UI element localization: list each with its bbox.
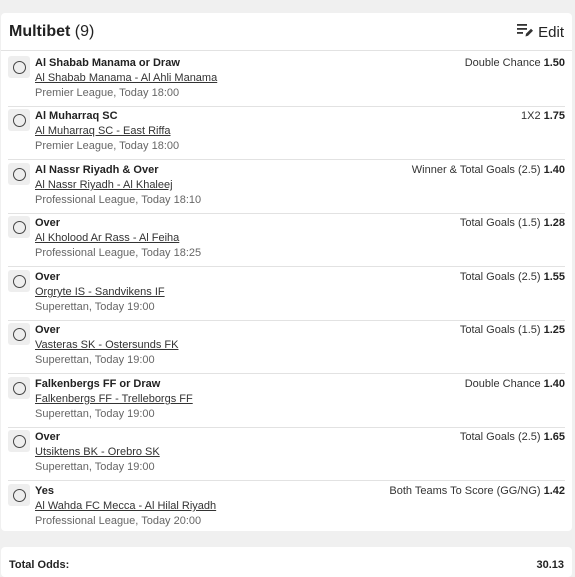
league-time: Premier League, Today 18:00 (35, 140, 180, 152)
radio-circle-icon (12, 220, 26, 234)
bet-selection: Al Muharraq SC (35, 110, 118, 122)
bet-selection: Over (35, 324, 61, 336)
market-odds: Winner & Total Goals (2.5) 1.40 (412, 164, 565, 176)
select-radio[interactable] (8, 109, 30, 131)
radio-circle-icon (12, 381, 26, 395)
match-link[interactable]: Utsiktens BK - Orebro SK (35, 446, 160, 458)
odds-value: 1.40 (543, 378, 565, 390)
select-radio[interactable] (8, 323, 30, 345)
market-name: Double Chance (464, 378, 541, 390)
bet-selection: Al Shabab Manama or Draw (35, 57, 180, 69)
bet-selection: Falkenbergs FF or Draw (35, 378, 161, 390)
edit-list-icon (516, 21, 538, 44)
odds-value: 1.55 (543, 271, 565, 283)
market-odds: Both Teams To Score (GG/NG) 1.42 (389, 485, 565, 497)
bet-selection: Over (35, 431, 61, 443)
bet-row: Over Utsiktens BK - Orebro SK Superettan, … (8, 427, 565, 481)
radio-circle-icon (12, 274, 26, 288)
market-name: Winner & Total Goals (2.5) (411, 164, 541, 176)
match-link[interactable]: Vasteras SK - Ostersunds FK (35, 339, 178, 351)
select-radio[interactable] (8, 270, 30, 292)
market-name: Both Teams To Score (GG/NG) (389, 485, 541, 497)
bet-selection: Yes (35, 485, 54, 497)
market-name: Total Goals (2.5) (459, 431, 541, 443)
select-radio[interactable] (8, 216, 30, 238)
league-time: Professional League, Today 18:10 (35, 194, 202, 206)
radio-circle-icon (12, 488, 26, 502)
radio-circle-icon (12, 60, 26, 74)
bet-row: Over Orgryte IS - Sandvikens IF Superettan… (8, 267, 565, 321)
radio-circle-icon (12, 434, 26, 448)
match-link[interactable]: Al Shabab Manama - Al Ahli Manama (35, 72, 217, 84)
league-time: Professional League, Today 20:00 (35, 515, 202, 527)
multibet-card: Multibet (9) Edit Al Shabab Manama or Dr… (1, 13, 572, 531)
match-link[interactable]: Al Kholood Ar Rass - Al Feiha (35, 232, 179, 244)
bet-row: Al Nassr Riyadh & Over Al Nassr Riyadh - … (8, 160, 565, 214)
match-link[interactable]: Falkenbergs FF - Trelleborgs FF (35, 393, 193, 405)
league-time: Professional League, Today 18:25 (35, 247, 202, 259)
page-title: Multibet (9) (9, 23, 94, 41)
select-radio[interactable] (8, 56, 30, 78)
bet-count: (9) (74, 23, 95, 40)
odds-value: 1.42 (543, 485, 565, 497)
bet-row: Falkenbergs FF or Draw Falkenbergs FF - T… (8, 374, 565, 428)
odds-value: 1.75 (543, 110, 565, 122)
radio-circle-icon (12, 327, 26, 341)
match-link[interactable]: Al Nassr Riyadh - Al Khaleej (35, 179, 173, 191)
market-name: Total Goals (1.5) (459, 217, 541, 229)
bet-row: Yes Al Wahda FC Mecca - Al Hilal Riyadh Pr… (8, 481, 565, 534)
bet-selection: Over (35, 217, 61, 229)
market-odds: Double Chance 1.40 (465, 378, 565, 390)
market-odds: Double Chance 1.50 (465, 57, 565, 69)
edit-button[interactable]: Edit (516, 22, 564, 42)
market-name: Total Goals (2.5) (459, 271, 541, 283)
market-name: 1X2 (521, 110, 541, 122)
league-time: Superettan, Today 19:00 (35, 301, 155, 313)
league-time: Premier League, Today 18:00 (35, 87, 180, 99)
select-radio[interactable] (8, 430, 30, 452)
odds-value: 1.28 (543, 217, 565, 229)
bet-selection: Al Nassr Riyadh & Over (35, 164, 159, 176)
match-link[interactable]: Al Muharraq SC - East Riffa (35, 125, 171, 137)
match-link[interactable]: Orgryte IS - Sandvikens IF (35, 286, 165, 298)
odds-value: 1.50 (543, 57, 565, 69)
bet-row: Al Shabab Manama or Draw Al Shabab Manama… (8, 53, 565, 107)
radio-circle-icon (12, 113, 26, 127)
market-name: Double Chance (464, 57, 541, 69)
league-time: Superettan, Today 19:00 (35, 408, 155, 420)
odds-value: 1.65 (543, 431, 565, 443)
market-odds: Total Goals (2.5) 1.55 (460, 271, 565, 283)
league-time: Superettan, Today 19:00 (35, 354, 155, 366)
total-odds-label: Total Odds: (9, 559, 70, 571)
market-odds: 1X2 1.75 (521, 110, 565, 122)
select-radio[interactable] (8, 484, 30, 506)
market-odds: Total Goals (1.5) 1.28 (460, 217, 565, 229)
league-time: Superettan, Today 19:00 (35, 461, 155, 473)
market-odds: Total Goals (1.5) 1.25 (460, 324, 565, 336)
odds-value: 1.25 (543, 324, 565, 336)
market-name: Total Goals (1.5) (459, 324, 541, 336)
total-odds-value: 30.13 (536, 559, 564, 571)
bet-row: Over Vasteras SK - Ostersunds FK Superetta… (8, 320, 565, 374)
bet-row: Over Al Kholood Ar Rass - Al Feiha Profess… (8, 213, 565, 267)
odds-value: 1.40 (543, 164, 565, 176)
match-link[interactable]: Al Wahda FC Mecca - Al Hilal Riyadh (35, 500, 216, 512)
market-odds: Total Goals (2.5) 1.65 (460, 431, 565, 443)
radio-circle-icon (12, 167, 26, 181)
select-radio[interactable] (8, 163, 30, 185)
bet-row: Al Muharraq SC Al Muharraq SC - East Riff… (8, 106, 565, 160)
bet-selection: Over (35, 271, 61, 283)
edit-label: Edit (538, 23, 564, 41)
multibet-header: Multibet (9) Edit (1, 13, 572, 51)
select-radio[interactable] (8, 377, 30, 399)
title-text: Multibet (9, 23, 71, 40)
